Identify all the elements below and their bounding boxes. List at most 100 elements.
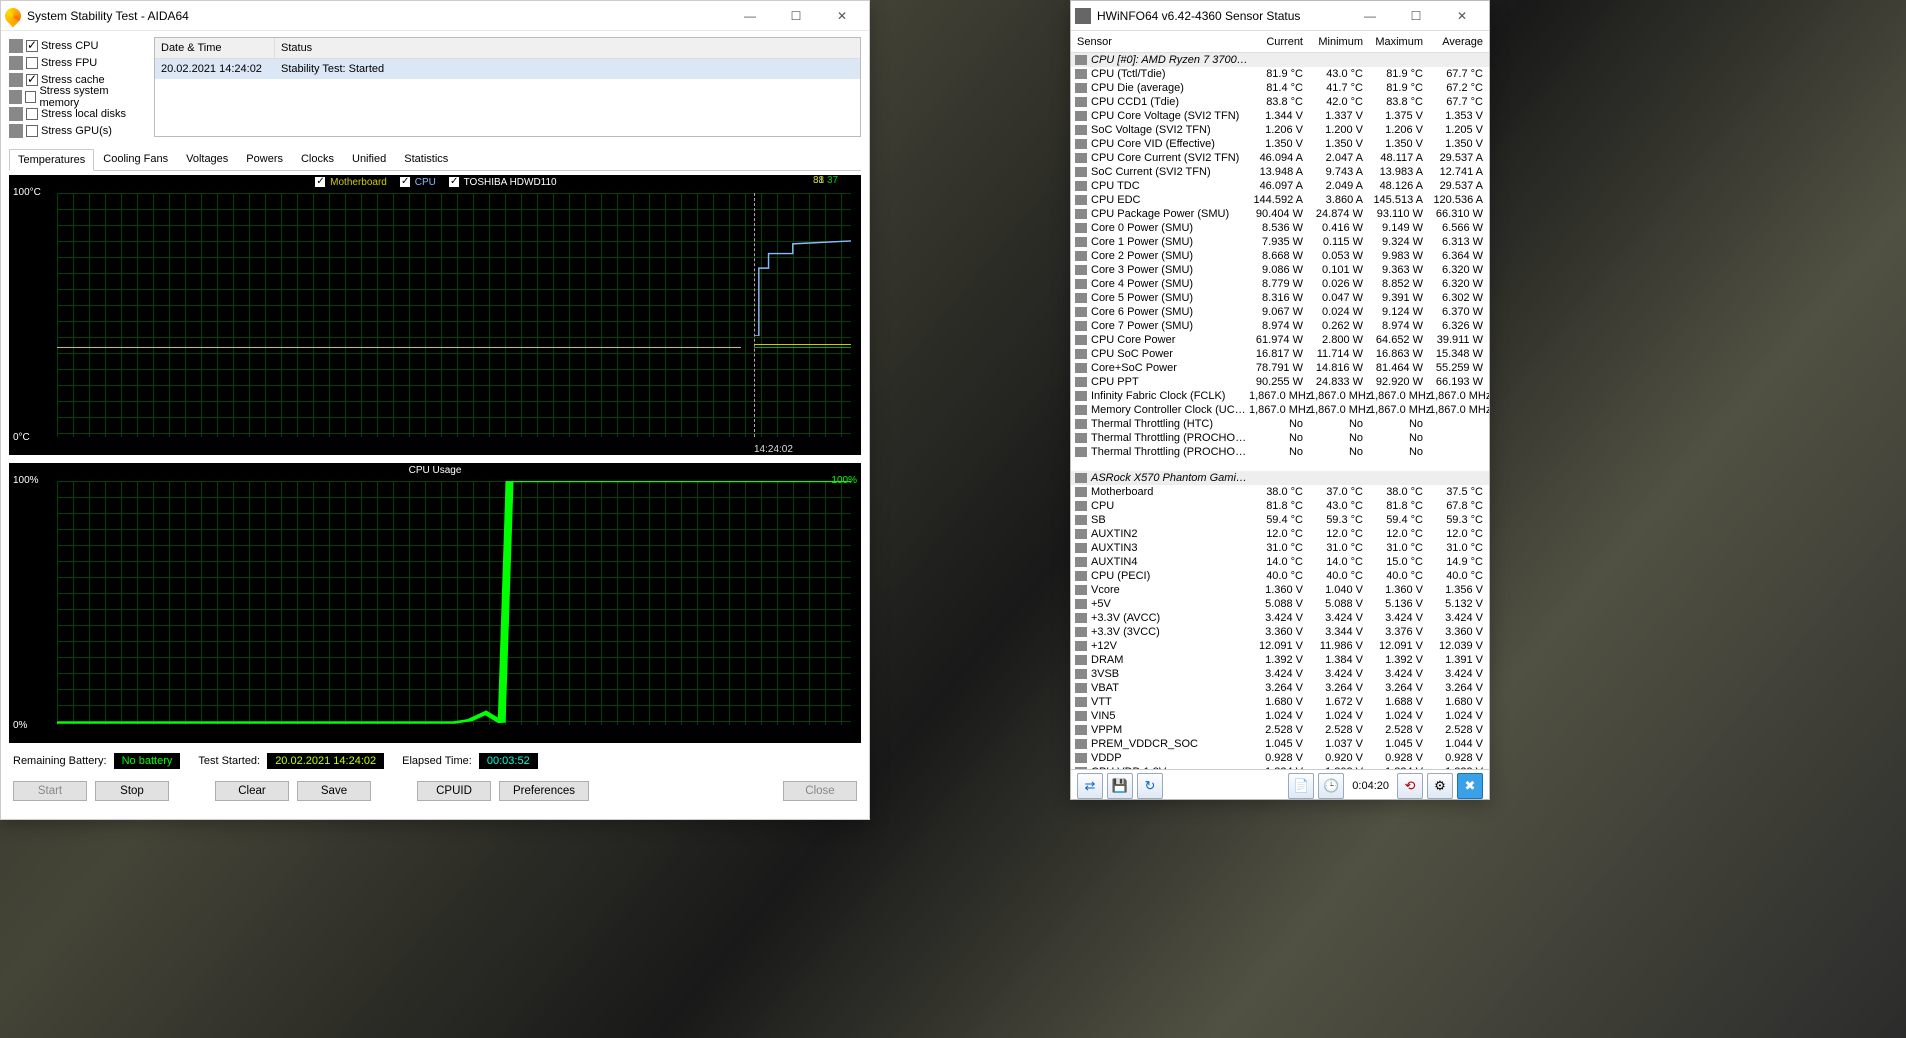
sensor-row[interactable]: SoC Current (SVI2 TFN) 13.948 A 9.743 A … [1071,165,1489,179]
checkbox[interactable] [26,108,38,120]
tb-reset-button[interactable]: ⟲ [1397,773,1423,799]
sensor-row[interactable]: CPU Package Power (SMU) 90.404 W 24.874 … [1071,207,1489,221]
sensor-row[interactable]: CPU Core VID (Effective) 1.350 V 1.350 V… [1071,137,1489,151]
tab-powers[interactable]: Powers [237,148,292,170]
maximize-button[interactable]: ☐ [773,1,819,31]
sensor-row[interactable]: +5V 5.088 V 5.088 V 5.136 V 5.132 V [1071,597,1489,611]
sensor-row[interactable]: Memory Controller Clock (UCLK) 1,867.0 M… [1071,403,1489,417]
tb-settings-button[interactable]: ⚙ [1427,773,1453,799]
col-sensor[interactable]: Sensor [1071,36,1249,48]
sensor-row[interactable]: CPU Core Voltage (SVI2 TFN) 1.344 V 1.33… [1071,109,1489,123]
tb-save-button[interactable]: 💾 [1107,773,1133,799]
hw-maximize-button[interactable]: ☐ [1393,1,1439,31]
tb-exit-button[interactable]: ✖ [1457,773,1483,799]
sensor-row[interactable]: Core 6 Power (SMU) 9.067 W 0.024 W 9.124… [1071,305,1489,319]
stress-item[interactable]: Stress FPU [9,55,144,71]
tab-temperatures[interactable]: Temperatures [9,149,94,171]
sensor-row[interactable]: CPU TDC 46.097 A 2.049 A 48.126 A 29.537… [1071,179,1489,193]
checkbox[interactable] [26,40,38,52]
legend-check-cpu[interactable] [400,177,410,187]
stress-item[interactable]: Stress local disks [9,106,144,122]
sensor-table[interactable]: CPU [#0]: AMD Ryzen 7 3700X: Enha… CPU (… [1071,53,1489,769]
sensor-group[interactable]: ASRock X570 Phantom Gaming 4S (Nu… [1071,471,1489,485]
stress-item[interactable]: Stress GPU(s) [9,123,144,139]
checkbox[interactable] [26,57,38,69]
tab-voltages[interactable]: Voltages [177,148,237,170]
sensor-header[interactable]: Sensor Current Minimum Maximum Average [1071,31,1489,53]
sensor-row[interactable]: +3.3V (AVCC) 3.424 V 3.424 V 3.424 V 3.4… [1071,611,1489,625]
sensor-row[interactable]: PREM_VDDCR_SOC 1.045 V 1.037 V 1.045 V 1… [1071,737,1489,751]
sensor-row[interactable]: SoC Voltage (SVI2 TFN) 1.206 V 1.200 V 1… [1071,123,1489,137]
sensor-row[interactable]: Core 7 Power (SMU) 8.974 W 0.262 W 8.974… [1071,319,1489,333]
sensor-row[interactable]: Core 1 Power (SMU) 7.935 W 0.115 W 9.324… [1071,235,1489,249]
stress-item[interactable]: Stress CPU [9,38,144,54]
preferences-button[interactable]: Preferences [499,781,589,801]
sensor-row[interactable]: Core 4 Power (SMU) 8.779 W 0.026 W 8.852… [1071,277,1489,291]
sensor-row[interactable]: CPU Core Power 61.974 W 2.800 W 64.652 W… [1071,333,1489,347]
col-max[interactable]: Maximum [1369,36,1429,48]
start-button[interactable]: Start [13,781,87,801]
sensor-row[interactable]: CPU Core Current (SVI2 TFN) 46.094 A 2.0… [1071,151,1489,165]
close-button-bar[interactable]: Close [783,781,857,801]
hw-close-button[interactable]: ✕ [1439,1,1485,31]
tb-clock-button[interactable]: 🕒 [1318,773,1344,799]
sensor-row[interactable]: Core 5 Power (SMU) 8.316 W 0.047 W 9.391… [1071,291,1489,305]
sensor-row[interactable]: 3VSB 3.424 V 3.424 V 3.424 V 3.424 V [1071,667,1489,681]
aida-titlebar[interactable]: System Stability Test - AIDA64 — ☐ ✕ [1,1,869,31]
sensor-row[interactable]: CPU VDD 1.8V 1.824 V 1.808 V 1.824 V 1.8… [1071,765,1489,769]
sensor-row[interactable]: CPU (Tctl/Tdie) 81.9 °C 43.0 °C 81.9 °C … [1071,67,1489,81]
col-min[interactable]: Minimum [1309,36,1369,48]
col-current[interactable]: Current [1249,36,1309,48]
sensor-row[interactable]: Core 2 Power (SMU) 8.668 W 0.053 W 9.983… [1071,249,1489,263]
stress-item[interactable]: Stress system memory [9,89,144,105]
cpuid-button[interactable]: CPUID [417,781,491,801]
log-row[interactable]: 20.02.2021 14:24:02 Stability Test: Star… [155,59,860,79]
sensor-row[interactable]: Motherboard 38.0 °C 37.0 °C 38.0 °C 37.5… [1071,485,1489,499]
checkbox[interactable] [25,91,36,103]
sensor-row[interactable]: Thermal Throttling (PROCHOT EXT) No No N… [1071,445,1489,459]
close-button[interactable]: ✕ [819,1,865,31]
sensor-row[interactable]: Thermal Throttling (HTC) No No No [1071,417,1489,431]
hw-minimize-button[interactable]: — [1347,1,1393,31]
tb-log-button[interactable]: 📄 [1288,773,1314,799]
sensor-row[interactable]: CPU CCD1 (Tdie) 83.8 °C 42.0 °C 83.8 °C … [1071,95,1489,109]
sensor-row[interactable]: Core 0 Power (SMU) 8.536 W 0.416 W 9.149… [1071,221,1489,235]
sensor-row[interactable]: +3.3V (3VCC) 3.360 V 3.344 V 3.376 V 3.3… [1071,625,1489,639]
sensor-row[interactable]: VPPM 2.528 V 2.528 V 2.528 V 2.528 V [1071,723,1489,737]
sensor-row[interactable]: AUXTIN3 31.0 °C 31.0 °C 31.0 °C 31.0 °C [1071,541,1489,555]
tab-clocks[interactable]: Clocks [292,148,343,170]
sensor-row[interactable]: DRAM 1.392 V 1.384 V 1.392 V 1.391 V [1071,653,1489,667]
hw-titlebar[interactable]: HWiNFO64 v6.42-4360 Sensor Status — ☐ ✕ [1071,1,1489,31]
sensor-row[interactable]: AUXTIN2 12.0 °C 12.0 °C 12.0 °C 12.0 °C [1071,527,1489,541]
legend-check-mb[interactable] [315,177,325,187]
sensor-row[interactable]: VBAT 3.264 V 3.264 V 3.264 V 3.264 V [1071,681,1489,695]
tab-unified[interactable]: Unified [343,148,395,170]
sensor-row[interactable]: Thermal Throttling (PROCHOT CPU) No No N… [1071,431,1489,445]
tb-expand-button[interactable]: ⇄ [1077,773,1103,799]
sensor-row[interactable]: CPU SoC Power 16.817 W 11.714 W 16.863 W… [1071,347,1489,361]
sensor-row[interactable]: AUXTIN4 14.0 °C 14.0 °C 15.0 °C 14.9 °C [1071,555,1489,569]
tab-cooling-fans[interactable]: Cooling Fans [94,148,177,170]
clear-button[interactable]: Clear [215,781,289,801]
sensor-row[interactable]: CPU PPT 90.255 W 24.833 W 92.920 W 66.19… [1071,375,1489,389]
sensor-row[interactable]: Vcore 1.360 V 1.040 V 1.360 V 1.356 V [1071,583,1489,597]
save-button[interactable]: Save [297,781,371,801]
tab-statistics[interactable]: Statistics [395,148,457,170]
sensor-group[interactable]: CPU [#0]: AMD Ryzen 7 3700X: Enha… [1071,53,1489,67]
sensor-row[interactable]: VDDP 0.928 V 0.920 V 0.928 V 0.928 V [1071,751,1489,765]
sensor-row[interactable]: +12V 12.091 V 11.986 V 12.091 V 12.039 V [1071,639,1489,653]
sensor-row[interactable]: CPU Die (average) 81.4 °C 41.7 °C 81.9 °… [1071,81,1489,95]
stop-button[interactable]: Stop [95,781,169,801]
checkbox[interactable] [26,74,38,86]
legend-check-hdd[interactable] [449,177,459,187]
sensor-row[interactable]: Core+SoC Power 78.791 W 14.816 W 81.464 … [1071,361,1489,375]
sensor-row[interactable]: CPU (PECI) 40.0 °C 40.0 °C 40.0 °C 40.0 … [1071,569,1489,583]
sensor-row[interactable]: VIN5 1.024 V 1.024 V 1.024 V 1.024 V [1071,709,1489,723]
sensor-row[interactable]: CPU EDC 144.592 A 3.860 A 145.513 A 120.… [1071,193,1489,207]
minimize-button[interactable]: — [727,1,773,31]
sensor-row[interactable]: VTT 1.680 V 1.672 V 1.688 V 1.680 V [1071,695,1489,709]
checkbox[interactable] [26,125,38,137]
sensor-row[interactable]: Core 3 Power (SMU) 9.086 W 0.101 W 9.363… [1071,263,1489,277]
sensor-row[interactable]: SB 59.4 °C 59.3 °C 59.4 °C 59.3 °C [1071,513,1489,527]
sensor-row[interactable]: CPU 81.8 °C 43.0 °C 81.8 °C 67.8 °C [1071,499,1489,513]
